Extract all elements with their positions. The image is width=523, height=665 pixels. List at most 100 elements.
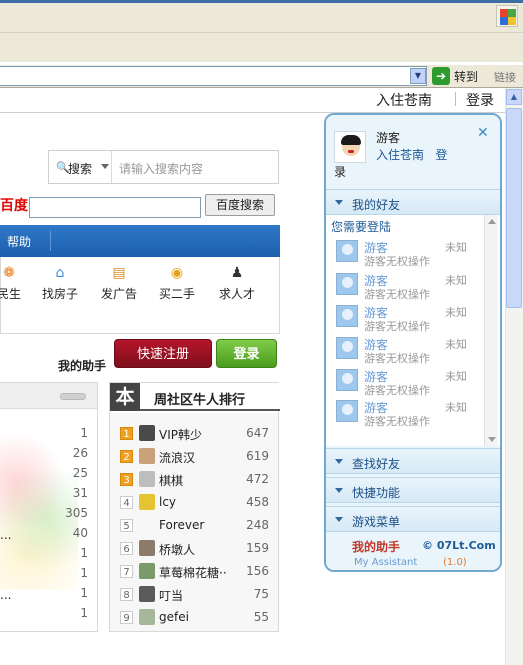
section-label: 查找好友: [352, 457, 401, 471]
list-item-count: 40: [72, 526, 88, 540]
quick-link-label: 买二手: [158, 287, 195, 301]
rank-number: 2: [120, 450, 133, 463]
chevron-down-icon: [335, 459, 343, 464]
rank-number: 7: [120, 565, 133, 578]
friend-status: 未知: [445, 401, 467, 414]
avatar: [139, 448, 155, 464]
friend-status: 未知: [445, 306, 467, 319]
rank-name[interactable]: lcy: [159, 495, 176, 509]
list-item-count: 1: [80, 566, 88, 580]
section-my-friends[interactable]: 我的好友: [326, 189, 500, 215]
rank-name[interactable]: 桥墩人: [159, 541, 195, 558]
quick-link-label: 找房子: [41, 287, 78, 301]
divider: [0, 87, 523, 88]
rank-number: 8: [120, 588, 133, 601]
people-icon: ❁: [3, 265, 15, 281]
friend-item[interactable]: 游客 未知 游客无权操作: [330, 270, 486, 302]
quick-link-minsheng[interactable]: ❁ 民生: [0, 262, 34, 302]
list-item-count: 1: [80, 546, 88, 560]
go-button[interactable]: ➔ 转到: [432, 66, 484, 86]
avatar: [336, 400, 358, 422]
list-item-count: 1: [80, 426, 88, 440]
ranking-title: 周社区牛人排行: [154, 393, 246, 408]
quick-register-button[interactable]: 快速注册: [114, 339, 212, 368]
divider: [50, 231, 51, 251]
search-input[interactable]: 请输入搜索内容: [119, 160, 203, 177]
avatar: [139, 540, 155, 556]
friend-item[interactable]: 游客 未知 游客无权操作: [330, 302, 486, 334]
quick-link-talent[interactable]: ♟ 求人才: [212, 262, 262, 302]
login-link[interactable]: 登: [435, 148, 447, 162]
list-item-text[interactable]: ...: [0, 528, 11, 542]
join-link[interactable]: 入住苍南: [376, 90, 432, 110]
section-label: 快捷功能: [352, 486, 401, 500]
scroll-up-icon[interactable]: [488, 219, 496, 224]
avatar: [139, 425, 155, 441]
ranking-row[interactable]: 1 VIP韩少 647: [110, 423, 278, 446]
ranking-row[interactable]: 2 流浪汉 619: [110, 446, 278, 469]
friend-item[interactable]: 游客 未知 游客无权操作: [330, 366, 486, 398]
friend-desc: 游客无权操作: [364, 288, 430, 301]
address-input[interactable]: [0, 66, 427, 86]
panel-header: [0, 383, 97, 409]
chevron-down-icon: [101, 164, 109, 169]
login-link[interactable]: 登录: [466, 90, 494, 110]
rank-score: 647: [246, 426, 269, 440]
friend-item[interactable]: 游客 未知 游客无权操作: [330, 334, 486, 366]
list-item-text[interactable]: ...: [0, 588, 11, 602]
quick-link-house[interactable]: ⌂ 找房子: [35, 262, 85, 302]
rank-score: 458: [246, 495, 269, 509]
friend-list: 游客 未知 游客无权操作 游客 未知 游客无权操作 游客 未知 游客无权操作 游…: [330, 237, 486, 442]
ranking-row[interactable]: 5 Forever 248: [110, 515, 278, 538]
browser-titlebar: [0, 0, 523, 33]
ranking-row[interactable]: 7 草莓棉花糖·· 156: [110, 561, 278, 584]
scroll-thumb[interactable]: [506, 108, 522, 308]
more-icon[interactable]: [60, 393, 86, 400]
close-icon[interactable]: ✕: [477, 125, 489, 141]
rank-name[interactable]: gefei: [159, 610, 189, 624]
rank-name[interactable]: Forever: [159, 518, 204, 532]
friend-list-scrollbar[interactable]: [484, 215, 498, 446]
ranking-row[interactable]: 6 桥墩人 159: [110, 538, 278, 561]
chevron-down-icon[interactable]: ▼: [410, 68, 426, 84]
ranking-row[interactable]: 8 叮当 75: [110, 584, 278, 607]
scroll-up-icon[interactable]: ▲: [506, 89, 522, 105]
list-item-count: 26: [72, 446, 88, 460]
menu-item-help[interactable]: 帮助: [7, 233, 31, 250]
ranking-row[interactable]: 4 lcy 458: [110, 492, 278, 515]
section-game-menu[interactable]: 游戏菜单: [326, 506, 500, 532]
friend-item[interactable]: 游客 未知 游客无权操作: [330, 397, 486, 429]
rank-name[interactable]: 叮当: [159, 587, 183, 604]
quick-link-label: 发广告: [100, 287, 137, 301]
ranking-row[interactable]: 9 gefei 55: [110, 607, 278, 630]
section-find-friends[interactable]: 查找好友: [326, 448, 500, 474]
join-link[interactable]: 入住苍南: [376, 148, 424, 162]
quick-link-ad[interactable]: ▤ 发广告: [94, 262, 144, 302]
avatar: [139, 609, 155, 625]
friend-item[interactable]: 游客 未知 游客无权操作: [330, 237, 486, 269]
quick-link-secondhand[interactable]: ◉ 买二手: [152, 262, 202, 302]
section-shortcuts[interactable]: 快捷功能: [326, 477, 500, 503]
money-bag-icon: ◉: [170, 265, 184, 281]
login-link-continuation[interactable]: 录: [334, 163, 346, 180]
rank-score: 472: [246, 472, 269, 486]
rank-name[interactable]: 草莓棉花糖··: [159, 564, 227, 581]
rank-name[interactable]: VIP韩少: [159, 426, 202, 443]
links-label[interactable]: 链接: [494, 69, 516, 85]
section-label: 我的好友: [352, 198, 401, 212]
person-suit-icon: ♟: [230, 265, 244, 281]
rank-name[interactable]: 流浪汉: [159, 449, 195, 466]
ranking-row[interactable]: 3 棋棋 472: [110, 469, 278, 492]
scroll-down-icon[interactable]: [488, 437, 496, 442]
rank-name[interactable]: 棋棋: [159, 472, 183, 489]
quick-link-label: 求人才: [218, 287, 255, 301]
baidu-search-button[interactable]: 百度搜索: [205, 194, 275, 216]
search-type-select[interactable]: 🔍 搜索: [49, 151, 112, 183]
baidu-search-input[interactable]: [29, 197, 201, 218]
login-button[interactable]: 登录: [216, 339, 277, 368]
friends-list-panel: 您需要登陆 游客 未知 游客无权操作 游客 未知 游客无权操作 游客 未知 游客…: [326, 215, 500, 446]
assistant-footer: 我的助手 © 07Lt.Com My Assistant (1.0): [326, 535, 500, 570]
site-link[interactable]: © 07Lt.Com: [422, 539, 496, 552]
need-login-text[interactable]: 您需要登陆: [331, 218, 391, 235]
assistant-header: 游客 入住苍南 登 ✕ 录: [326, 115, 500, 187]
